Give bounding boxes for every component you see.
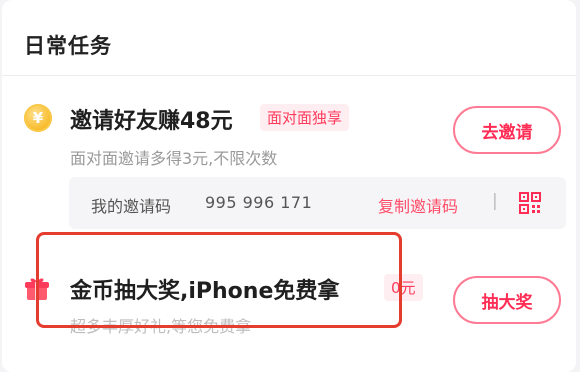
invite-code-panel: 我的邀请码 995 996 171 复制邀请码 | [69, 177, 566, 229]
qr-code-icon[interactable] [519, 192, 541, 214]
section-title: 日常任务 [24, 34, 112, 58]
invite-code-label: 我的邀请码 [91, 197, 172, 216]
invite-button[interactable]: 去邀请 [453, 106, 561, 154]
invite-code-value: 995 996 171 [205, 193, 313, 212]
coin-icon: ¥ [24, 104, 52, 132]
copy-invite-code-link[interactable]: 复制邀请码 [378, 193, 458, 217]
divider [2, 75, 576, 76]
task-description: 面对面邀请多得3元,不限次数 [70, 149, 278, 168]
task-tag: 面对面独享 [260, 104, 350, 131]
highlight-annotation-box [36, 232, 402, 328]
separator: | [492, 191, 498, 211]
task-title: 邀请好友赚48元 [70, 109, 233, 134]
lottery-button[interactable]: 抽大奖 [453, 276, 561, 324]
